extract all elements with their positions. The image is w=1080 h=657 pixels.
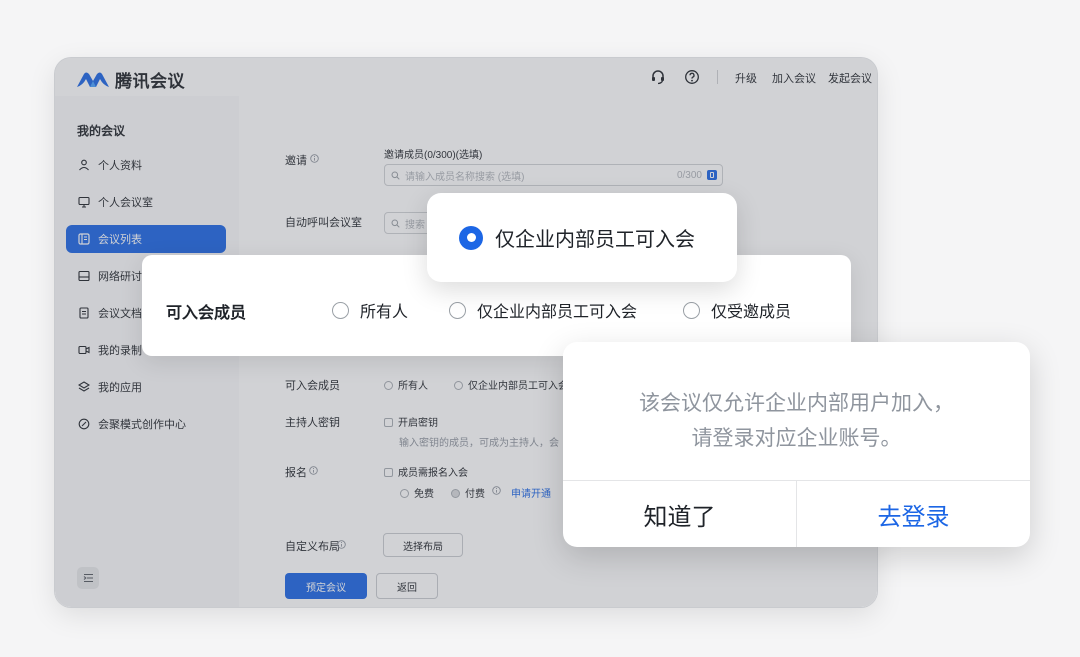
host-key-hint: 输入密钥的成员，可成为主持人，会 <box>399 438 559 449</box>
info-icon <box>337 540 346 549</box>
top-bar: 腾讯会议 升级 加入会议 发起会议 <box>55 58 877 97</box>
start-meeting-link[interactable]: 发起会议 <box>828 70 872 86</box>
callout-option-internal[interactable]: 仅企业内部员工可入会 <box>449 298 637 322</box>
dialog-actions: 知道了 去登录 <box>563 480 1030 547</box>
option-label: 付费 <box>465 489 485 500</box>
radio-icon <box>454 381 463 390</box>
selected-option-bubble[interactable]: 仅企业内部员工可入会 <box>427 193 737 282</box>
radio-icon <box>451 489 460 498</box>
login-required-dialog: 该会议仅允许企业内部用户加入， 请登录对应企业账号。 知道了 去登录 <box>563 342 1030 547</box>
upgrade-link[interactable]: 升级 <box>735 70 757 86</box>
join-meeting-link[interactable]: 加入会议 <box>772 70 816 86</box>
tencent-meeting-logo-icon <box>77 72 109 87</box>
option-label: 所有人 <box>360 304 409 321</box>
members-option-internal[interactable]: 仅企业内部员工可入会 <box>454 377 564 392</box>
collapse-icon <box>83 573 93 583</box>
schedule-meeting-button[interactable]: 预定会议 <box>285 573 367 599</box>
login-button[interactable]: 去登录 <box>796 481 1030 547</box>
checkbox-label: 开启密钥 <box>398 418 438 429</box>
radio-icon <box>332 301 349 319</box>
list-icon <box>78 233 90 245</box>
checkbox-icon <box>384 468 393 477</box>
checkbox-icon <box>384 418 393 427</box>
option-label: 免费 <box>414 489 434 500</box>
user-icon <box>79 159 89 171</box>
room-icon <box>78 196 90 208</box>
layout-label: 自定义布局 <box>285 541 340 553</box>
sidebar-item-label: 个人会议室 <box>98 197 153 209</box>
members-option-all[interactable]: 所有人 <box>384 377 428 392</box>
host-key-label: 主持人密钥 <box>285 417 340 429</box>
radio-icon <box>400 489 409 498</box>
support-icon[interactable] <box>650 69 666 85</box>
apply-link[interactable]: 申请开通 <box>511 485 551 500</box>
option-label: 仅企业内部员工可入会 <box>477 304 638 321</box>
info-icon <box>492 486 501 495</box>
sidebar-item-label: 个人资料 <box>98 160 142 172</box>
app-title: 腾讯会议 <box>115 72 185 91</box>
signup-paid-option[interactable]: 付费 <box>451 485 485 500</box>
document-icon <box>79 307 89 319</box>
option-label: 仅受邀成员 <box>711 304 792 321</box>
invite-sub-label: 邀请成员(0/300)(选填) <box>384 150 483 161</box>
radio-selected-icon <box>459 225 483 250</box>
invite-search-input[interactable]: 请输入成员名称搜索 (选填) 0/300 <box>384 164 723 186</box>
record-icon <box>78 345 90 355</box>
sidebar-item-label: 会聚模式创作中心 <box>98 419 186 431</box>
dismiss-button[interactable]: 知道了 <box>563 481 796 547</box>
address-book-icon[interactable] <box>707 170 717 180</box>
signup-label: 报名 <box>285 467 307 479</box>
invite-count: 0/300 <box>676 169 702 181</box>
info-icon <box>309 466 318 475</box>
info-icon <box>310 154 319 163</box>
checkbox-label: 成员需报名入会 <box>398 468 468 479</box>
dialog-message-line-2: 请登录对应企业账号。 <box>691 427 902 450</box>
sidebar-item-label: 我的录制 <box>98 345 142 357</box>
creation-icon <box>78 418 90 430</box>
option-label: 所有人 <box>398 381 428 392</box>
sidebar-item-label: 会议列表 <box>98 234 142 246</box>
invite-label: 邀请 <box>285 155 307 167</box>
collapse-sidebar-button[interactable] <box>77 567 99 589</box>
search-icon <box>391 219 400 228</box>
sidebar-item-label: 我的应用 <box>98 382 142 394</box>
help-icon[interactable] <box>684 69 700 85</box>
selected-option-label: 仅企业内部员工可入会 <box>495 229 695 251</box>
sidebar-item-meeting-list[interactable]: 会议列表 <box>66 225 226 253</box>
callout-option-invited[interactable]: 仅受邀成员 <box>683 298 791 322</box>
sidebar-item-apps[interactable]: 我的应用 <box>66 373 226 401</box>
auto-call-placeholder: 搜索 <box>405 219 425 231</box>
topbar-divider <box>717 70 718 84</box>
radio-icon <box>683 301 700 319</box>
callout-label: 可入会成员 <box>166 305 247 322</box>
apps-icon <box>78 381 90 392</box>
members-label: 可入会成员 <box>285 380 340 392</box>
app-logo: 腾讯会议 <box>77 67 185 92</box>
callout-option-all[interactable]: 所有人 <box>332 298 408 322</box>
auto-call-label: 自动呼叫会议室 <box>285 217 362 229</box>
invite-placeholder: 请输入成员名称搜索 (选填) <box>405 171 525 183</box>
option-label: 仅企业内部员工可入会 <box>468 381 564 392</box>
signup-free-option[interactable]: 免费 <box>400 485 434 500</box>
enable-key-checkbox[interactable]: 开启密钥 <box>384 414 438 429</box>
dialog-message: 该会议仅允许企业内部用户加入， 请登录对应企业账号。 <box>563 386 1030 456</box>
back-button[interactable]: 返回 <box>376 573 438 599</box>
webinar-icon <box>78 270 90 282</box>
choose-layout-button[interactable]: 选择布局 <box>383 533 463 557</box>
radio-icon <box>449 301 466 319</box>
sidebar-item-personal-room[interactable]: 个人会议室 <box>66 188 226 216</box>
radio-icon <box>384 381 393 390</box>
sidebar-item-profile[interactable]: 个人资料 <box>66 151 226 179</box>
search-icon <box>391 171 400 180</box>
dialog-message-line-1: 该会议仅允许企业内部用户加入， <box>639 392 954 415</box>
sidebar-item-label: 会议文档 <box>98 308 142 320</box>
sidebar-section-title: 我的会议 <box>77 124 126 138</box>
signup-required-checkbox[interactable]: 成员需报名入会 <box>384 464 468 479</box>
sidebar-item-creation-center[interactable]: 会聚模式创作中心 <box>66 410 226 438</box>
